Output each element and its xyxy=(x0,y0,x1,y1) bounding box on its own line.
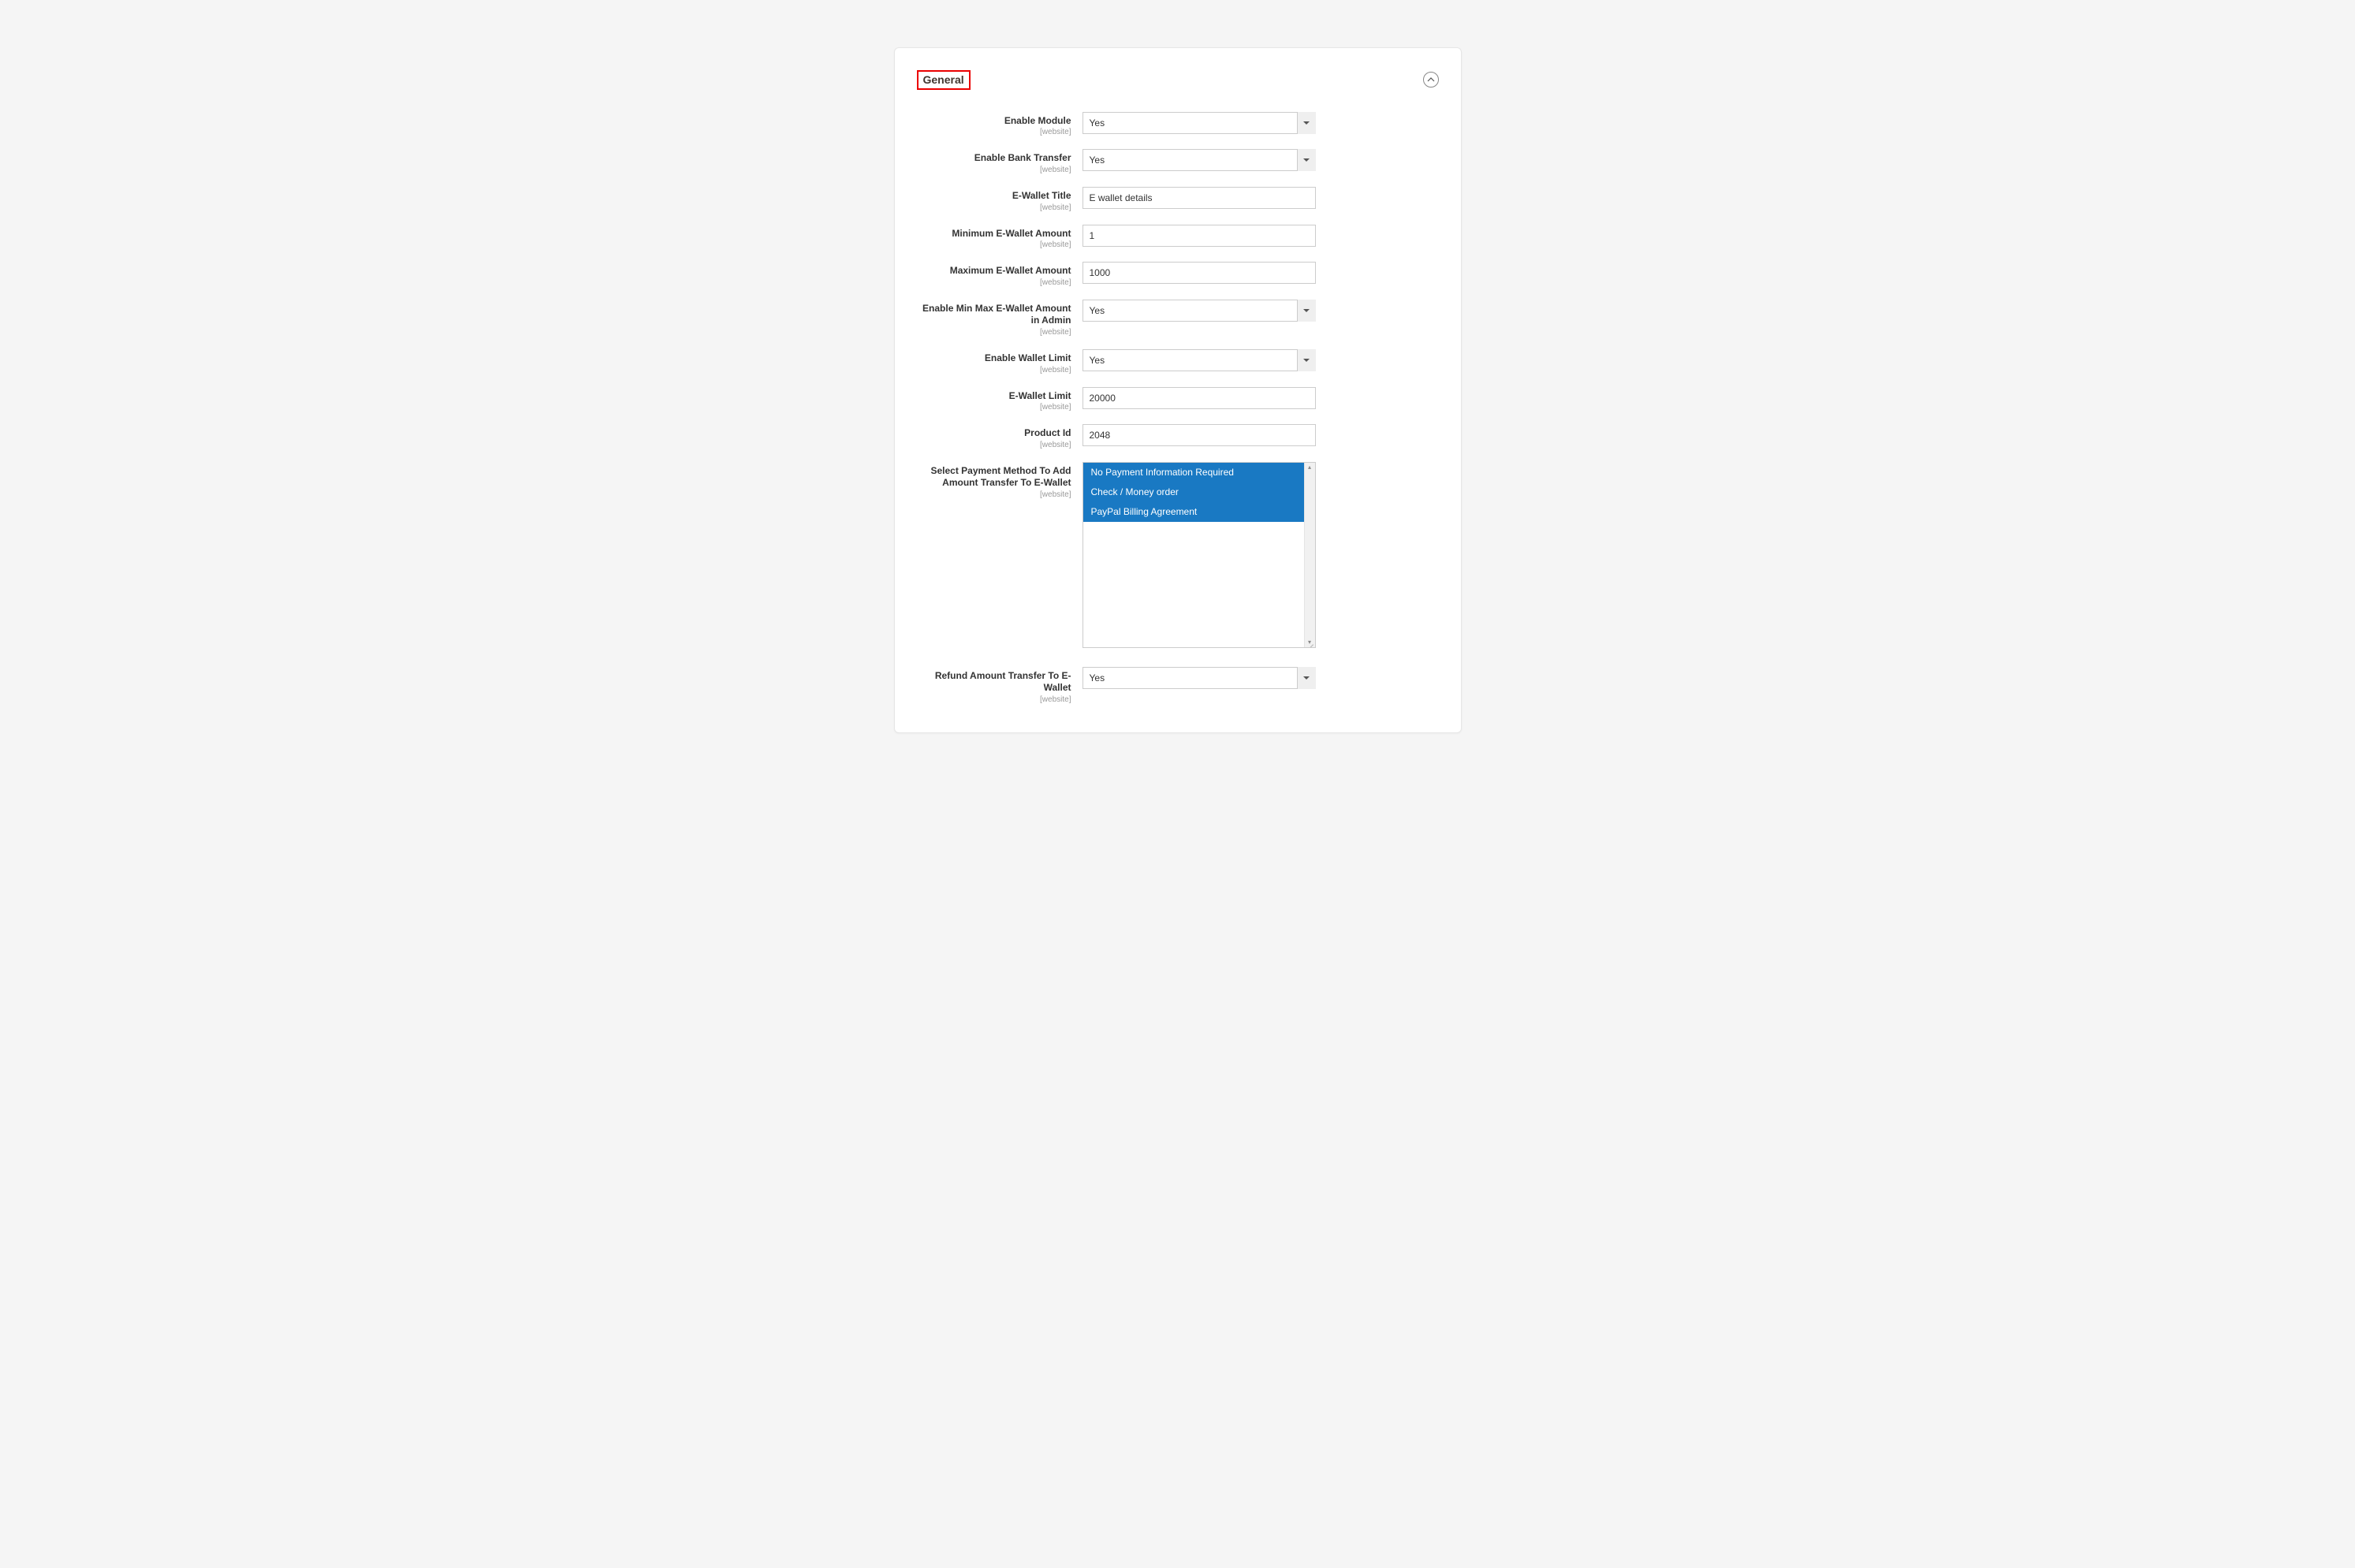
control-col: Yes xyxy=(1082,349,1316,371)
row-payment-methods: Select Payment Method To Add Amount Tran… xyxy=(917,462,1439,648)
caret-down-icon xyxy=(1297,667,1316,689)
field-label: Enable Min Max E-Wallet Amount in Admin xyxy=(917,303,1071,327)
field-label: E-Wallet Limit xyxy=(917,390,1071,403)
caret-down-icon xyxy=(1297,149,1316,171)
control-col: Yes xyxy=(1082,112,1316,134)
enable-minmax-admin-select[interactable]: Yes xyxy=(1082,300,1316,322)
enable-module-select[interactable]: Yes xyxy=(1082,112,1316,134)
field-label: Select Payment Method To Add Amount Tran… xyxy=(917,465,1071,490)
row-enable-bank-transfer: Enable Bank Transfer [website] Yes xyxy=(917,149,1439,174)
label-col: E-Wallet Title [website] xyxy=(917,187,1082,212)
field-scope: [website] xyxy=(917,366,1071,374)
field-scope: [website] xyxy=(917,203,1071,212)
multiselect-option[interactable]: No Payment Information Required xyxy=(1083,463,1304,482)
chevron-up-icon xyxy=(1427,76,1435,84)
multiselect-options: No Payment Information Required Check / … xyxy=(1083,463,1304,522)
enable-wallet-limit-select[interactable]: Yes xyxy=(1082,349,1316,371)
field-scope: [website] xyxy=(917,695,1071,704)
label-col: Enable Module [website] xyxy=(917,112,1082,137)
label-col: E-Wallet Limit [website] xyxy=(917,387,1082,412)
select-value: Yes xyxy=(1082,349,1316,371)
field-label: Maximum E-Wallet Amount xyxy=(917,265,1071,277)
control-col: Yes xyxy=(1082,667,1316,689)
ewallet-limit-input[interactable] xyxy=(1082,387,1316,409)
field-scope: [website] xyxy=(917,128,1071,136)
control-col xyxy=(1082,424,1316,446)
enable-bank-transfer-select[interactable]: Yes xyxy=(1082,149,1316,171)
field-label: Enable Module xyxy=(917,115,1071,128)
select-value: Yes xyxy=(1082,112,1316,134)
section-title: General xyxy=(917,70,971,90)
row-enable-minmax-admin: Enable Min Max E-Wallet Amount in Admin … xyxy=(917,300,1439,337)
max-amount-input[interactable] xyxy=(1082,262,1316,284)
row-product-id: Product Id [website] xyxy=(917,424,1439,449)
label-col: Enable Wallet Limit [website] xyxy=(917,349,1082,374)
label-col: Product Id [website] xyxy=(917,424,1082,449)
field-scope: [website] xyxy=(917,328,1071,337)
control-col xyxy=(1082,187,1316,209)
control-col xyxy=(1082,225,1316,247)
label-col: Minimum E-Wallet Amount [website] xyxy=(917,225,1082,250)
caret-down-icon xyxy=(1297,349,1316,371)
multiselect-option[interactable]: Check / Money order xyxy=(1083,482,1304,502)
field-label: Refund Amount Transfer To E-Wallet xyxy=(917,670,1071,695)
row-enable-module: Enable Module [website] Yes xyxy=(917,112,1439,137)
collapse-toggle[interactable] xyxy=(1423,72,1439,88)
label-col: Select Payment Method To Add Amount Tran… xyxy=(917,462,1082,499)
product-id-input[interactable] xyxy=(1082,424,1316,446)
row-max-amount: Maximum E-Wallet Amount [website] xyxy=(917,262,1439,287)
field-scope: [website] xyxy=(917,403,1071,412)
field-label: Product Id xyxy=(917,427,1071,440)
multiselect-option[interactable]: PayPal Billing Agreement xyxy=(1083,502,1304,522)
field-label: Enable Wallet Limit xyxy=(917,352,1071,365)
field-scope: [website] xyxy=(917,240,1071,249)
min-amount-input[interactable] xyxy=(1082,225,1316,247)
field-label: Enable Bank Transfer xyxy=(917,152,1071,165)
ewallet-title-input[interactable] xyxy=(1082,187,1316,209)
select-value: Yes xyxy=(1082,149,1316,171)
scrollbar[interactable]: ▴ ▾ xyxy=(1304,463,1315,647)
control-col xyxy=(1082,387,1316,409)
control-col: Yes xyxy=(1082,300,1316,322)
label-col: Enable Bank Transfer [website] xyxy=(917,149,1082,174)
field-scope: [website] xyxy=(917,490,1071,499)
payment-methods-multiselect[interactable]: No Payment Information Required Check / … xyxy=(1082,462,1316,648)
field-label: E-Wallet Title xyxy=(917,190,1071,203)
panel-header: General xyxy=(917,70,1439,90)
row-ewallet-title: E-Wallet Title [website] xyxy=(917,187,1439,212)
refund-transfer-select[interactable]: Yes xyxy=(1082,667,1316,689)
caret-down-icon xyxy=(1297,300,1316,322)
control-col: Yes xyxy=(1082,149,1316,171)
resize-handle-icon[interactable] xyxy=(1307,639,1314,646)
caret-down-icon xyxy=(1297,112,1316,134)
general-settings-panel: General Enable Module [website] Yes Enab… xyxy=(894,47,1462,733)
select-value: Yes xyxy=(1082,667,1316,689)
field-scope: [website] xyxy=(917,166,1071,174)
field-scope: [website] xyxy=(917,441,1071,449)
row-min-amount: Minimum E-Wallet Amount [website] xyxy=(917,225,1439,250)
control-col xyxy=(1082,262,1316,284)
field-scope: [website] xyxy=(917,278,1071,287)
select-value: Yes xyxy=(1082,300,1316,322)
scroll-up-icon: ▴ xyxy=(1308,464,1311,471)
row-enable-wallet-limit: Enable Wallet Limit [website] Yes xyxy=(917,349,1439,374)
row-refund-transfer: Refund Amount Transfer To E-Wallet [webs… xyxy=(917,667,1439,704)
control-col: No Payment Information Required Check / … xyxy=(1082,462,1316,648)
row-ewallet-limit: E-Wallet Limit [website] xyxy=(917,387,1439,412)
label-col: Enable Min Max E-Wallet Amount in Admin … xyxy=(917,300,1082,337)
label-col: Refund Amount Transfer To E-Wallet [webs… xyxy=(917,667,1082,704)
field-label: Minimum E-Wallet Amount xyxy=(917,228,1071,240)
label-col: Maximum E-Wallet Amount [website] xyxy=(917,262,1082,287)
